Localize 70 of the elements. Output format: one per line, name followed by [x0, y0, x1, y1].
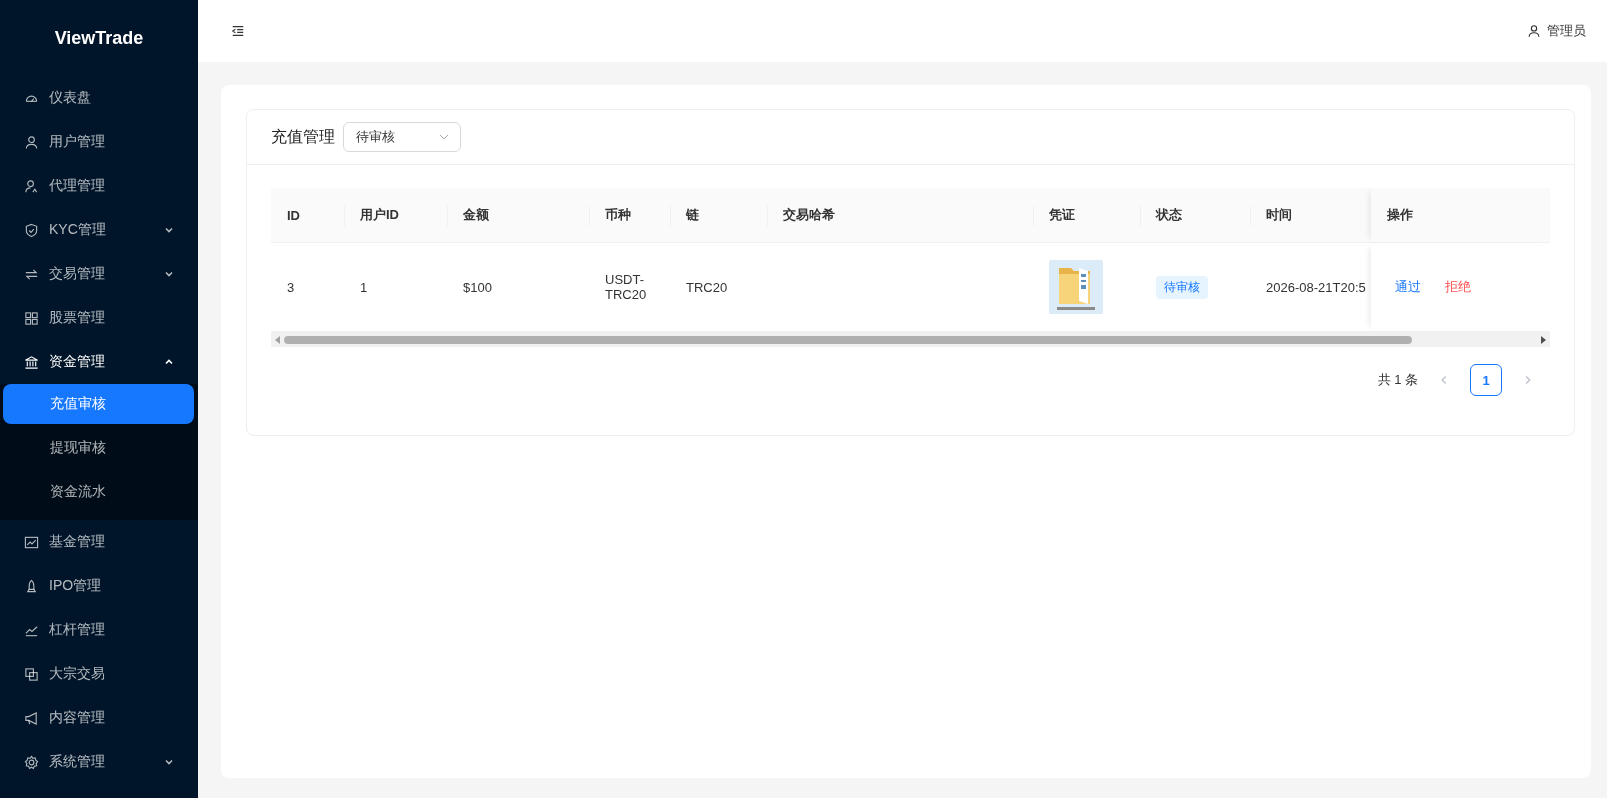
column-header: 用户ID — [344, 188, 447, 242]
menu-label: 资金管理 — [49, 353, 106, 371]
menu-item[interactable]: 用户管理 — [0, 120, 198, 164]
brand-title: ViewTrade — [53, 26, 145, 50]
table-cell: 2026-08-21T20:5 — [1266, 279, 1366, 295]
menu-label: 系统管理 — [49, 753, 106, 771]
menu-item[interactable]: 交易管理 — [0, 252, 198, 296]
table-cell: 3 — [287, 279, 295, 295]
menu-label: 代理管理 — [49, 177, 106, 195]
bank-icon — [24, 354, 39, 370]
page-button[interactable]: 1 — [1470, 364, 1502, 396]
menu-label: 杠杆管理 — [49, 621, 106, 639]
menu-item[interactable]: 杠杆管理 — [0, 608, 198, 652]
menu-label: 大宗交易 — [49, 665, 106, 683]
table-cell: $100 — [463, 279, 492, 295]
menu-fold-icon[interactable] — [231, 24, 245, 38]
column-header: 链 — [670, 188, 767, 242]
status-select[interactable]: 待审核 — [343, 122, 461, 152]
settings-icon — [24, 754, 39, 770]
shield-icon — [24, 222, 39, 238]
total-count: 共 1 条 — [1377, 371, 1418, 389]
chart-icon — [24, 534, 39, 550]
column-header: 金额 — [447, 188, 589, 242]
column-header: 操作 — [1371, 188, 1550, 242]
menu-label: 仪表盘 — [49, 89, 92, 107]
column-header: 币种 — [589, 188, 670, 242]
submenu-item[interactable]: 充值审核 — [3, 384, 194, 424]
menu-item[interactable]: 仪表盘 — [0, 76, 198, 120]
menu-label: 交易管理 — [49, 265, 106, 283]
user-icon — [24, 134, 39, 150]
column-header: 时间 — [1250, 188, 1371, 242]
menu-item[interactable]: 系统管理 — [0, 740, 198, 784]
menu-label: IPO管理 — [49, 577, 103, 595]
table-cell: TRC20 — [686, 279, 728, 295]
menu-item[interactable]: KYC管理 — [0, 208, 198, 252]
submenu-item[interactable]: 资金流水 — [3, 472, 194, 512]
copy-icon — [24, 666, 39, 682]
status-tag: 待审核 — [1156, 275, 1208, 299]
users-icon — [24, 178, 39, 194]
table-cell-text: USDT-TRC20 — [605, 272, 648, 302]
menu-item[interactable]: 基金管理 — [0, 520, 198, 564]
chevron-icon — [164, 269, 174, 279]
column-header: 状态 — [1140, 188, 1250, 242]
megaphone-icon — [24, 710, 39, 726]
user-menu[interactable]: 管理员 — [1527, 22, 1586, 40]
chevron-icon — [164, 357, 174, 367]
table-cell: 1 — [360, 279, 368, 295]
menu-label: 内容管理 — [49, 709, 106, 727]
horizontal-scrollbar[interactable] — [271, 332, 1550, 347]
grid-icon — [24, 310, 39, 326]
approve-link[interactable]: 通过 — [1395, 278, 1421, 296]
column-header: ID — [286, 206, 301, 225]
menu-label: 股票管理 — [49, 309, 106, 327]
submenu-item[interactable]: 提现审核 — [3, 428, 194, 468]
menu-item[interactable]: 大宗交易 — [0, 652, 198, 696]
card-title: 充值管理 — [271, 126, 335, 147]
menu-item[interactable]: IPO管理 — [0, 564, 198, 608]
chevron-icon — [164, 757, 174, 767]
menu-item[interactable]: 资金管理 — [0, 340, 198, 384]
menu-label: 用户管理 — [49, 133, 106, 151]
rocket-icon — [24, 578, 39, 594]
column-header: 交易哈希 — [767, 188, 1033, 242]
menu-label: KYC管理 — [49, 221, 107, 239]
user-icon — [1527, 24, 1541, 38]
menu-item[interactable]: 代理管理 — [0, 164, 198, 208]
chevron-icon — [164, 225, 174, 235]
menu-item[interactable]: 股票管理 — [0, 296, 198, 340]
column-header: 凭证 — [1033, 188, 1140, 242]
menu-label: 基金管理 — [49, 533, 106, 551]
menu-item[interactable]: 内容管理 — [0, 696, 198, 740]
